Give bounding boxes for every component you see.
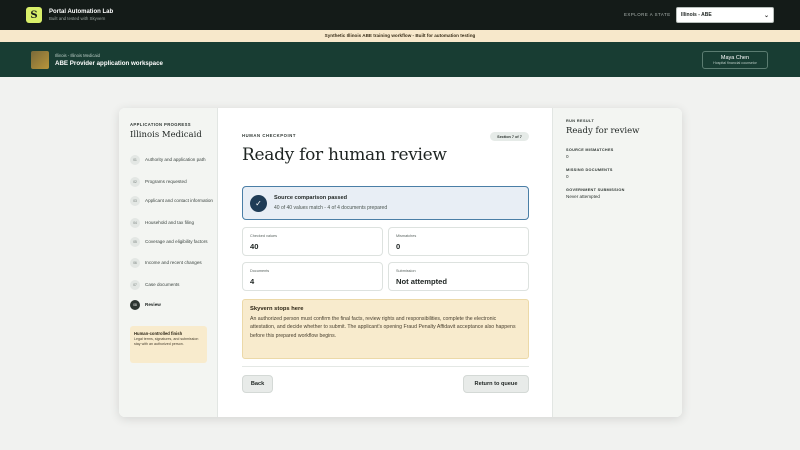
result-eyebrow: RUN RESULT (566, 119, 595, 123)
progress-step-programs[interactable]: 02 Programs requested (130, 177, 213, 187)
progress-step-household[interactable]: 04 Household and tax filing (130, 218, 213, 228)
step-label: Coverage and eligibility factors (145, 239, 208, 245)
workspace-eyebrow: Illinois - Illinois Medicaid (55, 53, 100, 58)
progress-sidebar: APPLICATION PROGRESS Illinois Medicaid 0… (119, 108, 218, 417)
pass-title: Source comparison passed (274, 195, 348, 201)
step-number: 08 (130, 300, 140, 310)
progress-step-applicant[interactable]: 03 Applicant and contact information (130, 196, 213, 206)
workspace-thumbnail (31, 51, 49, 69)
application-card: APPLICATION PROGRESS Illinois Medicaid 0… (119, 108, 682, 417)
return-to-queue-button[interactable]: Return to queue (463, 375, 529, 393)
step-label: Applicant and contact information (145, 198, 213, 204)
progress-step-authority[interactable]: 01 Authority and application path (130, 155, 213, 165)
step-label: Income and recent changes (145, 260, 202, 266)
note-title: Human-controlled finish (134, 331, 183, 336)
step-number: 01 (130, 155, 140, 165)
step-number: 07 (130, 280, 140, 290)
stat-submission: Submission Not attempted (388, 262, 529, 291)
step-number: 04 (130, 218, 140, 228)
check-circle-icon: ✓ (250, 195, 267, 212)
run-result-panel: RUN RESULT Ready for review SOURCE MISMA… (552, 108, 682, 417)
brand-block: Portal Automation Lab Built and tested w… (49, 9, 113, 22)
step-number: 03 (130, 196, 140, 206)
missing-docs-value: 0 (566, 174, 569, 179)
stat-checked-values: Checked values 40 (242, 227, 383, 256)
step-label: Authority and application path (145, 157, 206, 163)
divider (242, 366, 529, 367)
human-controlled-note: Human-controlled finish Legal terms, sig… (130, 326, 207, 363)
step-label: Household and tax filing (145, 220, 195, 226)
stat-value: 40 (250, 242, 259, 251)
step-number: 06 (130, 258, 140, 268)
mismatch-label: SOURCE MISMATCHES (566, 148, 614, 152)
pass-summary: 40 of 40 values match - 4 of 4 documents… (274, 205, 388, 211)
state-select-value: Illinois - ABE (681, 12, 712, 18)
stat-label: Checked values (250, 234, 278, 238)
stat-label: Documents (250, 269, 270, 273)
state-select[interactable]: Illinois - ABE ⌄ (676, 7, 774, 23)
mismatch-value: 0 (566, 154, 569, 159)
workspace-header: Illinois - Illinois Medicaid ABE Provide… (0, 42, 800, 77)
stat-value: 0 (396, 242, 401, 251)
result-title: Ready for review (566, 126, 640, 136)
training-notice-banner: Synthetic Illinois ABE training workflow… (0, 30, 800, 42)
app-subtitle: Built and tested with Skyvern (49, 15, 106, 21)
user-role: Hospital financial counselor (713, 61, 757, 65)
stat-label: Submission (396, 269, 416, 273)
step-number: 02 (130, 177, 140, 187)
progress-eyebrow: APPLICATION PROGRESS (130, 122, 191, 127)
stat-value: Not attempted (396, 277, 448, 286)
progress-step-income[interactable]: 06 Income and recent changes (130, 258, 213, 268)
stat-mismatches: Mismatches 0 (388, 227, 529, 256)
step-label: Programs requested (145, 179, 187, 185)
progress-title: Illinois Medicaid (130, 130, 202, 140)
explore-state-label: EXPLORE A STATE (624, 12, 671, 17)
progress-step-coverage[interactable]: 05 Coverage and eligibility factors (130, 237, 213, 247)
checkpoint-eyebrow: HUMAN CHECKPOINT (242, 133, 297, 138)
step-label: Case documents (145, 282, 180, 288)
warning-text: An authorized person must confirm the fi… (250, 316, 516, 339)
gov-submission-label: GOVERNMENT SUBMISSION (566, 188, 625, 192)
chevron-down-icon: ⌄ (763, 12, 769, 19)
source-comparison-status: ✓ Source comparison passed 40 of 40 valu… (242, 186, 529, 220)
note-text: Legal terms, signatures, and submission … (134, 337, 199, 346)
page-title: Ready for human review (242, 145, 447, 165)
back-button[interactable]: Back (242, 375, 273, 393)
missing-docs-label: MISSING DOCUMENTS (566, 168, 613, 172)
user-profile-button[interactable]: Maya Chen Hospital financial counselor (702, 51, 768, 69)
skyvern-stop-notice: Skyvern stops here An authorized person … (242, 299, 529, 359)
progress-step-documents[interactable]: 07 Case documents (130, 280, 213, 290)
user-name: Maya Chen (720, 55, 750, 61)
warning-title: Skyvern stops here (250, 306, 304, 312)
stat-documents: Documents 4 (242, 262, 383, 291)
progress-step-review[interactable]: 08 Review (130, 300, 213, 310)
review-main-panel: HUMAN CHECKPOINT Section 7 of 7 Ready fo… (242, 108, 529, 417)
step-number: 05 (130, 237, 140, 247)
step-label: Review (145, 302, 161, 308)
app-logo[interactable]: S (26, 7, 42, 23)
gov-submission-value: Never attempted (566, 194, 600, 199)
section-badge: Section 7 of 7 (490, 132, 529, 141)
stat-label: Mismatches (396, 234, 417, 238)
workspace-title: ABE Provider application workspace (55, 60, 163, 67)
app-title[interactable]: Portal Automation Lab (49, 9, 113, 16)
stat-value: 4 (250, 277, 255, 286)
